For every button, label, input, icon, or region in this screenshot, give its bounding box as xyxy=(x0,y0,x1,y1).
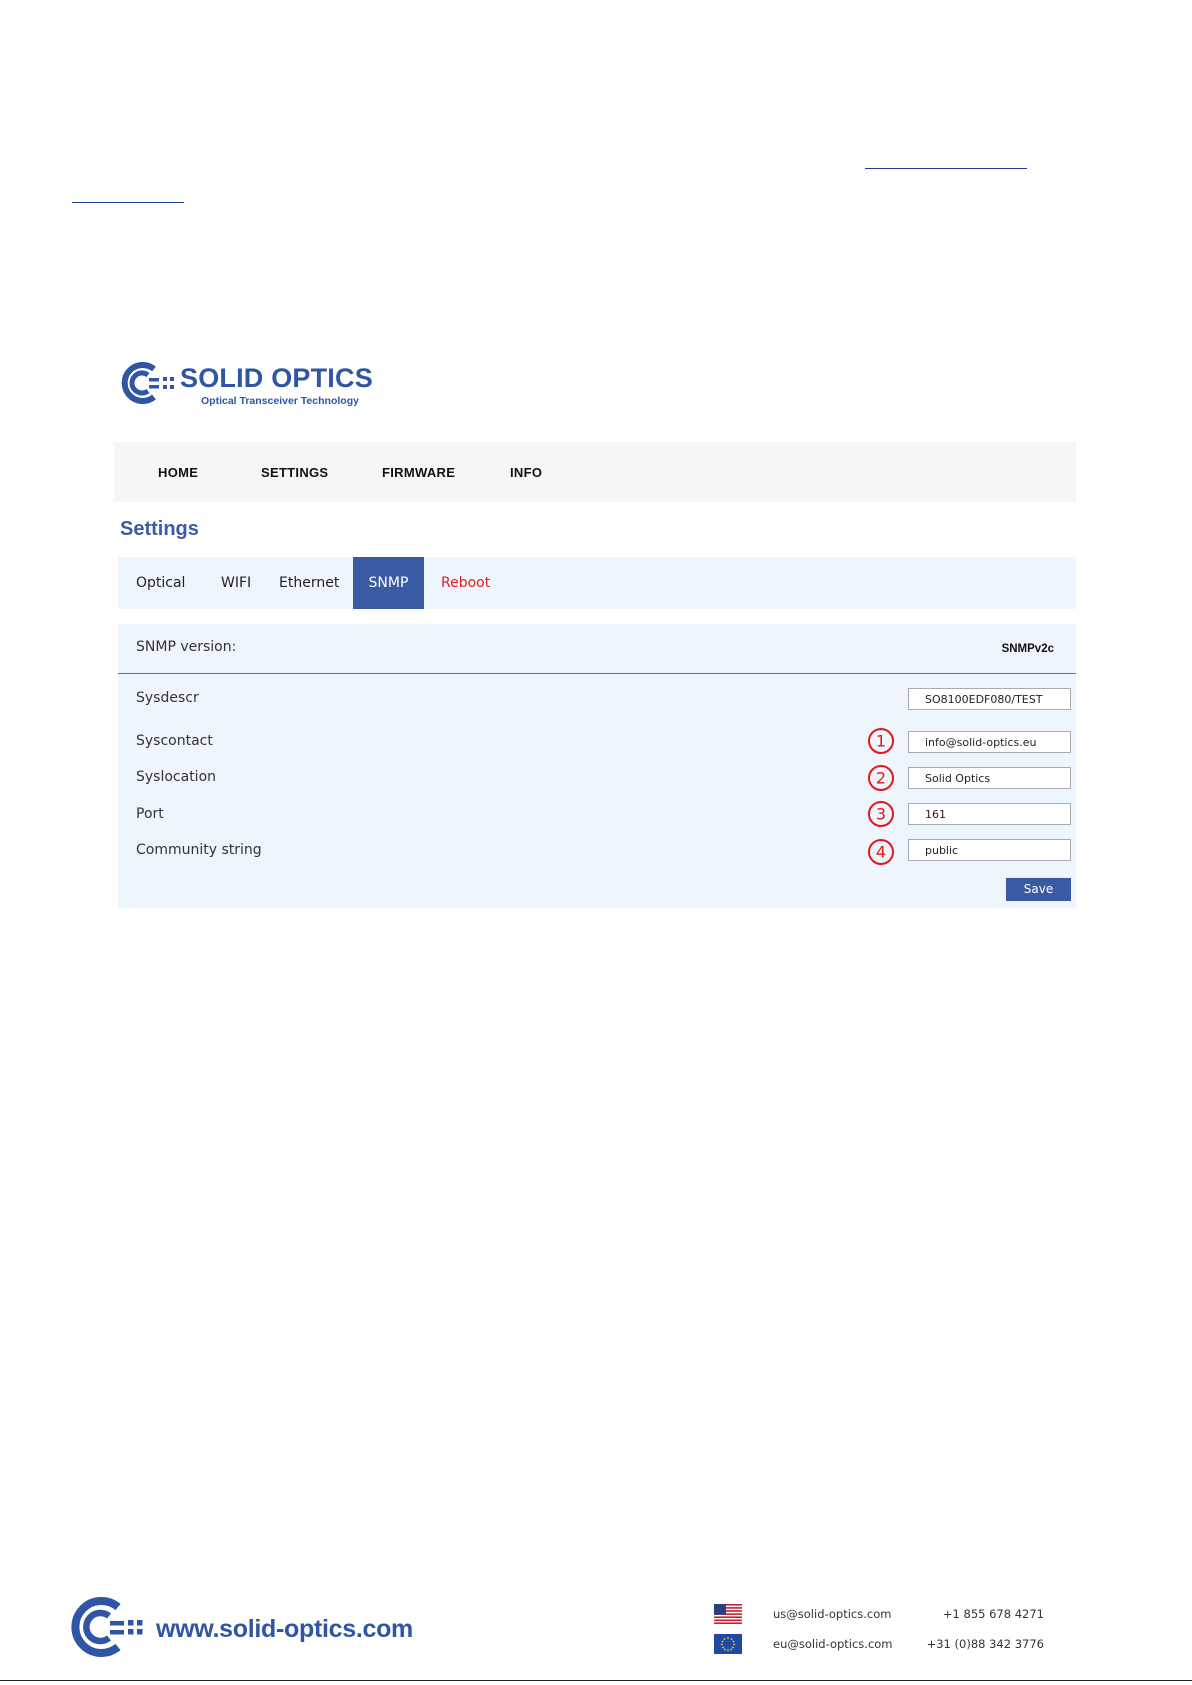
sysdescr-label: Sysdescr xyxy=(136,690,199,706)
syscontact-label: Syscontact xyxy=(136,733,213,749)
snmp-version-value: SNMPv2c xyxy=(1001,643,1054,655)
callout-marker-4: 4 xyxy=(868,839,894,865)
nav-item-firmware[interactable]: FIRMWARE xyxy=(382,465,455,480)
callout-number: 2 xyxy=(876,769,886,788)
footer-logo: www.solid-optics.com xyxy=(64,1593,424,1661)
community-string-label: Community string xyxy=(136,842,262,858)
nav-item-info[interactable]: INFO xyxy=(510,465,542,480)
settings-tabs: Optical WIFI Ethernet SNMP Reboot xyxy=(118,557,1076,609)
syscontact-field[interactable] xyxy=(908,731,1071,753)
tab-reboot[interactable]: Reboot xyxy=(441,557,490,609)
callout-number: 1 xyxy=(876,732,886,751)
save-button[interactable]: Save xyxy=(1006,878,1071,901)
eu-flag-icon xyxy=(714,1634,742,1654)
tab-ethernet[interactable]: Ethernet xyxy=(279,557,339,609)
contact-email-us[interactable]: us@solid-optics.com xyxy=(773,1607,891,1621)
brand-logo: SOLID OPTICS Optical Transceiver Technol… xyxy=(118,357,398,409)
contact-row-eu: eu@solid-optics.com +31 (0)88 342 3776 xyxy=(714,1634,1044,1662)
callout-marker-1: 1 xyxy=(868,728,894,754)
callout-marker-2: 2 xyxy=(868,765,894,791)
contact-phone-eu: +31 (0)88 342 3776 xyxy=(926,1637,1044,1651)
contact-row-us: us@solid-optics.com +1 855 678 4271 xyxy=(714,1604,1044,1632)
syslocation-label: Syslocation xyxy=(136,769,217,785)
brand-logo-icon xyxy=(121,362,174,404)
community-string-field[interactable] xyxy=(908,839,1071,861)
tab-snmp[interactable]: SNMP xyxy=(353,557,424,609)
callout-marker-3: 3 xyxy=(868,801,894,827)
syslocation-field[interactable] xyxy=(908,767,1071,789)
snmp-version-row: SNMP version: SNMPv2c xyxy=(118,624,1076,674)
port-field[interactable] xyxy=(908,803,1071,825)
snmp-panel: SNMP version: SNMPv2c Sysdescr Syscontac… xyxy=(118,624,1076,908)
main-nav: HOME SETTINGS FIRMWARE INFO xyxy=(114,442,1076,502)
hyperlink-underline[interactable] xyxy=(865,168,1027,169)
callout-number: 3 xyxy=(876,805,886,824)
callout-number: 4 xyxy=(876,843,886,862)
us-flag-icon xyxy=(714,1604,742,1624)
nav-item-home[interactable]: HOME xyxy=(158,465,198,480)
brand-tagline: Optical Transceiver Technology xyxy=(201,395,359,407)
snmp-version-label: SNMP version: xyxy=(136,639,237,655)
hyperlink-underline[interactable] xyxy=(72,202,184,203)
footer-website[interactable]: www.solid-optics.com xyxy=(156,1615,413,1644)
tab-wifi[interactable]: WIFI xyxy=(221,557,251,609)
brand-name: SOLID OPTICS xyxy=(180,363,373,393)
footer-logo-icon xyxy=(71,1597,143,1657)
page-bottom-divider xyxy=(0,1680,1192,1681)
contact-email-eu[interactable]: eu@solid-optics.com xyxy=(773,1637,893,1651)
page-title: Settings xyxy=(120,518,199,540)
nav-item-settings[interactable]: SETTINGS xyxy=(261,465,328,480)
sysdescr-field[interactable] xyxy=(908,688,1071,710)
port-label: Port xyxy=(136,806,164,822)
tab-optical[interactable]: Optical xyxy=(136,557,185,609)
contact-phone-us: +1 855 678 4271 xyxy=(942,1607,1044,1621)
